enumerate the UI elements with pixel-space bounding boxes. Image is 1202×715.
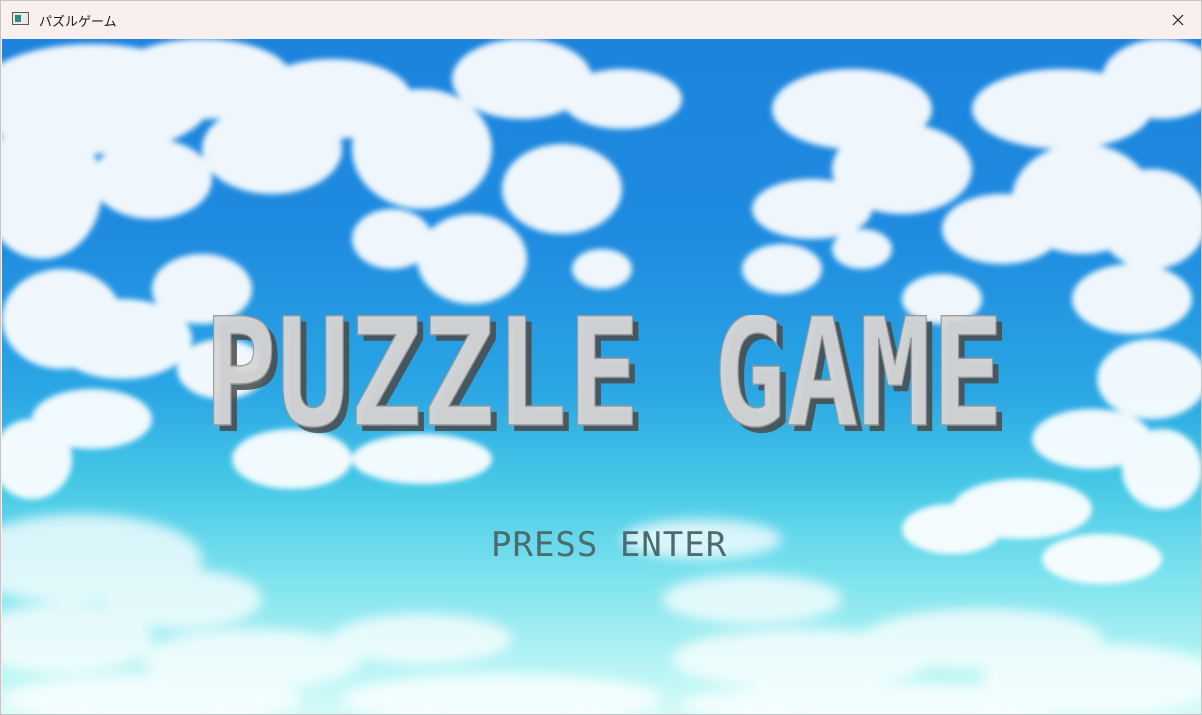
window-title: パズルゲーム <box>39 15 117 30</box>
title-bar[interactable]: パズルゲーム <box>1 1 1201 39</box>
title-logo-text: PUZZLE GAME <box>204 315 1004 445</box>
close-icon <box>1172 14 1184 26</box>
press-enter-prompt[interactable]: PRESS ENTER <box>491 525 727 565</box>
game-window: パズルゲーム PUZZLE GAME PUZZLE GAME PRESS ENT… <box>0 0 1202 715</box>
game-canvas[interactable]: PUZZLE GAME PUZZLE GAME PRESS ENTER <box>2 39 1201 714</box>
title-logo: PUZZLE GAME PUZZLE GAME <box>203 315 1010 445</box>
window-app-icon <box>12 12 29 25</box>
close-button[interactable] <box>1155 1 1201 39</box>
